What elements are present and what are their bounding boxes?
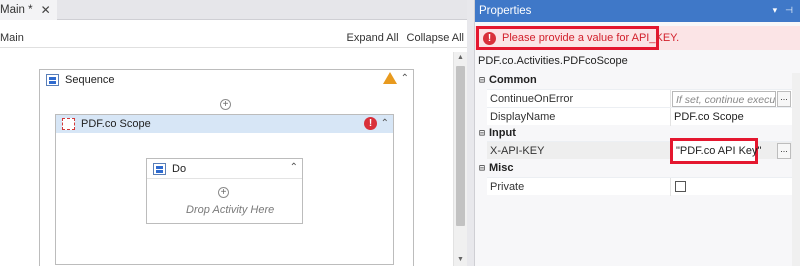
category-common[interactable]: ⊟ Common xyxy=(475,72,793,88)
dropdown-chevron-icon[interactable]: ▾ xyxy=(773,5,778,16)
properties-panel: Properties ▾ ⊣ ! Please provide a value … xyxy=(474,0,800,266)
collapse-chevron-icon[interactable]: ⌃ xyxy=(290,162,298,173)
divider xyxy=(0,47,467,48)
ellipsis-button[interactable]: ... xyxy=(777,143,791,159)
property-name: Private xyxy=(490,181,525,193)
designer-vertical-scrollbar[interactable]: ▲ ▼ xyxy=(453,52,467,266)
collapse-chevron-icon[interactable]: ⌃ xyxy=(381,118,389,129)
category-label: Common xyxy=(489,74,537,86)
category-label: Misc xyxy=(489,162,514,174)
validation-error-banner: ! Please provide a value for API_KEY. xyxy=(475,26,800,50)
property-value[interactable]: PDF.co Scope xyxy=(670,108,793,126)
api-key-value: "PDF.co API Key" xyxy=(676,145,762,157)
workflow-designer-panel: Main * ✕ Main Expand All Collapse All Se… xyxy=(0,0,467,266)
do-header[interactable]: Do xyxy=(147,159,302,179)
tab-main-title: Main * xyxy=(0,4,33,16)
sequence-title: Sequence xyxy=(65,74,115,86)
pdfco-scope-header[interactable]: PDF.co Scope xyxy=(56,115,393,133)
property-value xyxy=(670,178,793,196)
sequence-activity[interactable]: Sequence ⌃ + PDF.co Scope ! ⌃ Do ⌃ + Dro… xyxy=(39,69,414,266)
document-tab-strip: Main * ✕ xyxy=(0,0,467,20)
close-icon[interactable]: ✕ xyxy=(41,3,51,17)
property-row-continueonerror[interactable]: ContinueOnError If set, continue executi… xyxy=(487,89,793,108)
displayname-value[interactable]: PDF.co Scope xyxy=(674,111,744,123)
sequence-header[interactable]: Sequence xyxy=(40,70,413,90)
property-row-x-api-key[interactable]: X-API-KEY "PDF.co API Key" ... xyxy=(487,138,793,164)
collapse-chevron-icon[interactable]: ⌃ xyxy=(401,73,409,84)
continueonerror-input[interactable]: If set, continue executing xyxy=(672,91,776,107)
designer-toolbar: Main Expand All Collapse All xyxy=(0,29,467,47)
do-activity[interactable]: Do ⌃ + Drop Activity Here xyxy=(146,158,303,224)
scope-icon xyxy=(62,118,75,130)
add-activity-plus-icon[interactable]: + xyxy=(218,187,229,198)
property-value: If set, continue executing ... xyxy=(670,90,793,108)
add-activity-plus-icon[interactable]: + xyxy=(220,99,231,110)
property-name: DisplayName xyxy=(490,111,556,123)
drop-activity-hint: Drop Activity Here xyxy=(186,204,275,216)
property-name: ContinueOnError xyxy=(490,93,574,105)
scroll-down-arrow-icon[interactable]: ▼ xyxy=(454,254,467,266)
category-label: Input xyxy=(489,127,516,139)
collapse-box-icon[interactable]: ⊟ xyxy=(479,75,485,86)
properties-scrollbar[interactable] xyxy=(792,73,800,266)
error-icon[interactable]: ! xyxy=(364,117,377,130)
property-row-private[interactable]: Private xyxy=(487,177,793,196)
sequence-icon xyxy=(153,162,166,175)
property-name: X-API-KEY xyxy=(490,145,545,157)
error-message: Please provide a value for API_KEY. xyxy=(502,32,680,44)
breadcrumb[interactable]: Main xyxy=(0,32,24,44)
collapse-box-icon[interactable]: ⊟ xyxy=(479,163,485,174)
designer-canvas[interactable]: Sequence ⌃ + PDF.co Scope ! ⌃ Do ⌃ + Dro… xyxy=(0,52,453,266)
property-value: "PDF.co API Key" ... xyxy=(670,138,793,164)
pdfco-scope-activity[interactable]: PDF.co Scope ! ⌃ Do ⌃ + Drop Activity He… xyxy=(55,114,394,265)
warning-triangle-icon xyxy=(383,72,397,84)
properties-titlebar: Properties ▾ ⊣ xyxy=(475,0,800,22)
collapse-all-link[interactable]: Collapse All xyxy=(407,32,464,44)
property-row-displayname[interactable]: DisplayName PDF.co Scope xyxy=(487,107,793,126)
input-placeholder: If set, continue executing xyxy=(676,94,776,106)
properties-title: Properties xyxy=(479,5,532,17)
activity-type-name: PDF.co.Activities.PDFcoScope xyxy=(478,55,628,67)
expand-all-link[interactable]: Expand All xyxy=(347,32,399,44)
do-title: Do xyxy=(172,162,187,175)
tab-main[interactable]: Main * ✕ xyxy=(0,0,57,20)
ellipsis-button[interactable]: ... xyxy=(777,91,791,107)
sequence-icon xyxy=(46,74,59,86)
scrollbar-thumb[interactable] xyxy=(456,66,465,226)
pin-icon[interactable]: ⊣ xyxy=(785,5,793,16)
error-icon: ! xyxy=(483,32,496,45)
category-misc[interactable]: ⊟ Misc xyxy=(475,160,793,176)
private-checkbox[interactable] xyxy=(675,181,686,192)
collapse-box-icon[interactable]: ⊟ xyxy=(479,128,485,139)
pdfco-scope-title: PDF.co Scope xyxy=(81,118,151,130)
scroll-up-arrow-icon[interactable]: ▲ xyxy=(454,52,467,64)
